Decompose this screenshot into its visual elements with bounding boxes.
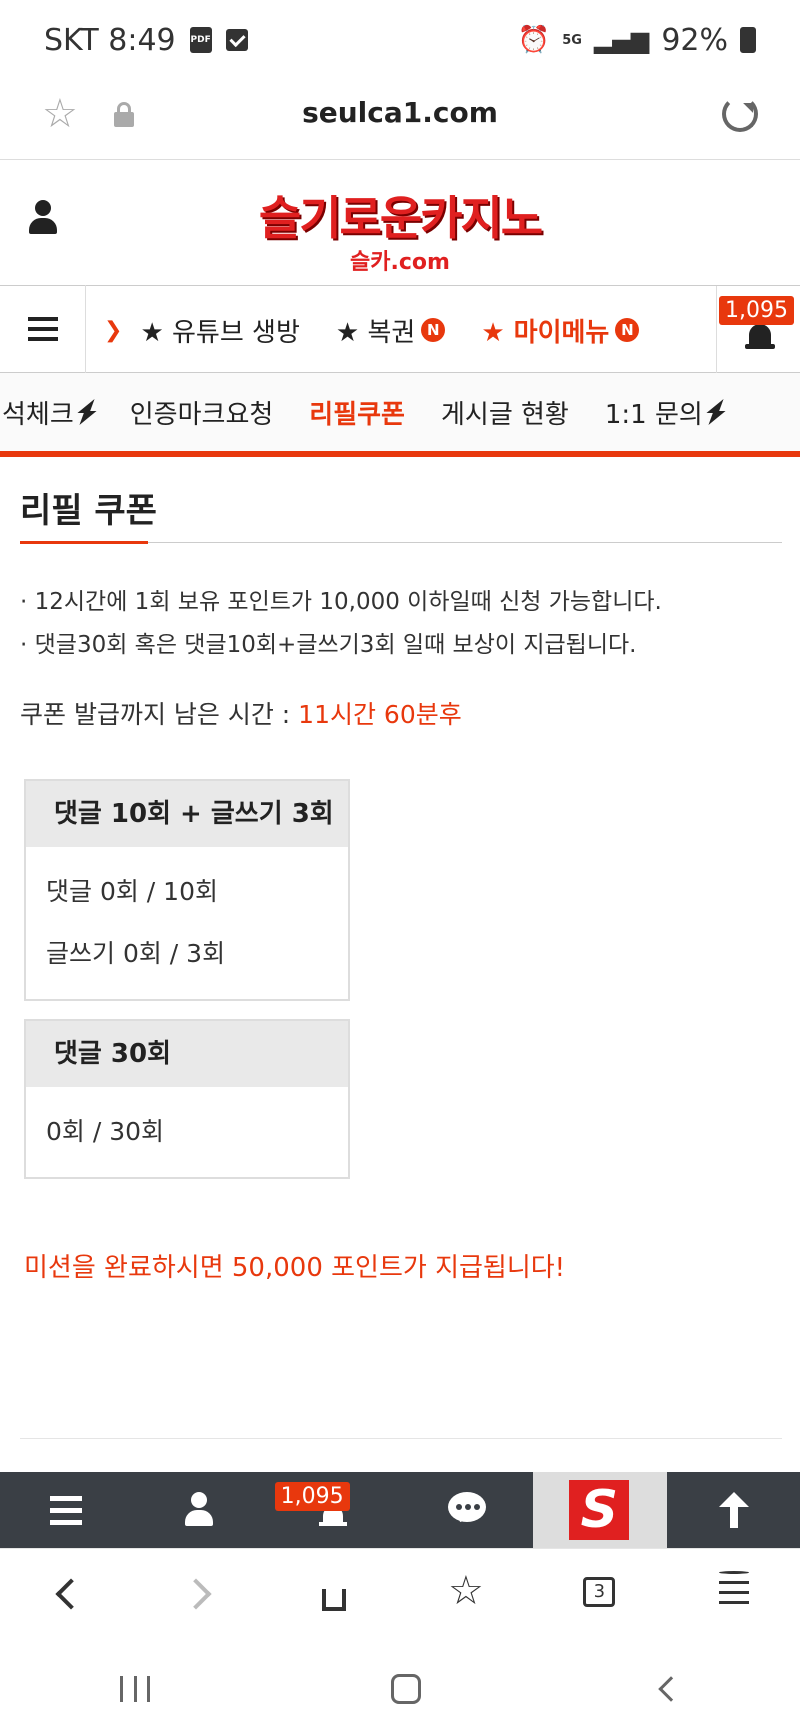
arrow-up-icon xyxy=(718,1492,749,1528)
nav-item-verify-mark[interactable]: 인증마크요청 xyxy=(112,394,292,431)
bottom-user-icon[interactable] xyxy=(133,1472,266,1548)
scroll-indicator-icon: ❯ xyxy=(104,317,123,343)
home-icon xyxy=(317,1575,351,1611)
mission-progress: 0회 / 30회 xyxy=(46,1117,165,1146)
remaining-time: 쿠폰 발급까지 남은 시간 : 11시간 60분후 xyxy=(20,700,462,729)
home-nav-icon[interactable] xyxy=(390,1674,421,1704)
recents-icon[interactable] xyxy=(120,1676,151,1702)
status-bar: SKT 8:49 PDF ⏰ 5G ▂▄▆ 92% xyxy=(0,0,800,80)
new-badge: N xyxy=(421,318,446,342)
site-header: 슬기로운카지노 슬카.com xyxy=(0,160,800,285)
star-list-icon: ☆ xyxy=(447,1568,484,1614)
nav-item-attendance[interactable]: 석체크 xyxy=(0,394,112,431)
reload-icon[interactable] xyxy=(722,96,758,132)
chat-icon[interactable] xyxy=(400,1472,533,1548)
bottom-logo-button[interactable]: S xyxy=(533,1472,667,1548)
pdf-icon: PDF xyxy=(189,27,212,53)
tabs-button[interactable]: 3 xyxy=(533,1549,666,1645)
mission-progress: 댓글 0회 / 10회 xyxy=(46,877,218,906)
bookmarks-button[interactable]: ☆ xyxy=(400,1549,533,1645)
checkbox-notification-icon xyxy=(225,29,248,51)
carrier-time: SKT 8:49 xyxy=(44,22,176,58)
notice-list: · 12시간에 1회 보유 포인트가 10,000 이하일때 신청 가능합니다.… xyxy=(20,581,782,667)
bottom-menu-icon[interactable] xyxy=(0,1472,133,1548)
nav-item-refill-coupon[interactable]: 리필쿠폰 xyxy=(291,394,423,431)
nav-item-lottery[interactable]: ★ 복권 N xyxy=(318,312,463,349)
battery-icon xyxy=(740,27,756,53)
mission-title: 댓글 10회 + 글쓰기 3회 xyxy=(26,781,348,847)
secondary-nav: 석체크 인증마크요청 리필쿠폰 게시글 현황 1:1 문의 xyxy=(0,373,800,457)
tabs-icon: 3 xyxy=(583,1577,616,1607)
primary-nav: ❯ ★ 유튜브 생방 ★ 복권 N ★ 마이메뉴 N 1,095 xyxy=(0,285,800,374)
nav-item-my-menu[interactable]: ★ 마이메뉴 N xyxy=(463,312,657,349)
browser-menu-button[interactable] xyxy=(667,1549,800,1645)
nav-item-youtube-live[interactable]: ★ 유튜브 생방 xyxy=(122,312,317,349)
reward-message: 미션을 완료하시면 50,000 포인트가 지급됩니다! xyxy=(24,1253,566,1283)
bell-icon xyxy=(745,324,775,354)
site-logo[interactable]: 슬기로운카지노 슬카.com xyxy=(0,182,800,276)
url-field[interactable]: seulca1.com xyxy=(0,80,800,160)
content-divider xyxy=(20,1438,782,1439)
forward-button[interactable] xyxy=(133,1549,266,1645)
system-nav-bar xyxy=(0,1644,800,1734)
bolt-icon xyxy=(80,399,94,425)
bottom-notification-badge: 1,095 xyxy=(274,1482,350,1511)
browser-address-bar: ☆ seulca1.com xyxy=(0,80,800,160)
back-button[interactable] xyxy=(0,1549,133,1645)
signal-icon: ▂▄▆ xyxy=(593,26,650,54)
home-button[interactable] xyxy=(267,1549,400,1645)
mission-title: 댓글 30회 xyxy=(26,1021,348,1087)
notification-count-badge: 1,095 xyxy=(719,296,794,325)
site-bottom-bar: 1,095 S xyxy=(0,1472,800,1548)
scroll-top-button[interactable] xyxy=(667,1472,800,1548)
notice-item: · 12시간에 1회 보유 포인트가 10,000 이하일때 신청 가능합니다. xyxy=(20,589,662,615)
mission-progress: 글쓰기 0회 / 3회 xyxy=(46,939,226,968)
notification-button[interactable]: 1,095 xyxy=(716,286,800,374)
back-nav-icon[interactable] xyxy=(657,1676,684,1702)
nav-item-inquiry[interactable]: 1:1 문의 xyxy=(587,394,741,431)
page-title: 리필 쿠폰 xyxy=(20,491,157,531)
alarm-icon: ⏰ xyxy=(517,25,551,55)
new-badge: N xyxy=(615,318,640,342)
s-logo-icon: S xyxy=(569,1480,630,1540)
nav-item-post-status[interactable]: 게시글 현황 xyxy=(423,394,587,431)
bolt-icon xyxy=(709,399,723,425)
network-indicator: 5G xyxy=(562,32,582,48)
mission-box: 댓글 30회 0회 / 30회 xyxy=(24,1019,350,1179)
browser-toolbar: ☆ 3 xyxy=(0,1548,800,1644)
chevron-left-icon xyxy=(55,1578,87,1610)
notice-item: · 댓글30회 혹은 댓글10회+글쓰기3회 일때 보상이 지급됩니다. xyxy=(20,632,637,658)
chevron-right-icon xyxy=(180,1578,212,1610)
notification-dot xyxy=(718,1571,749,1574)
remaining-time-value: 11시간 60분후 xyxy=(298,700,462,729)
title-underline xyxy=(20,541,148,544)
main-content: 리필 쿠폰 · 12시간에 1회 보유 포인트가 10,000 이하일때 신청 … xyxy=(20,463,782,1284)
menu-icon[interactable] xyxy=(0,285,86,373)
battery-percent: 92% xyxy=(661,22,728,58)
mission-box: 댓글 10회 + 글쓰기 3회 댓글 0회 / 10회 글쓰기 0회 / 3회 xyxy=(24,779,350,1001)
bottom-bell-icon[interactable]: 1,095 xyxy=(267,1472,400,1548)
